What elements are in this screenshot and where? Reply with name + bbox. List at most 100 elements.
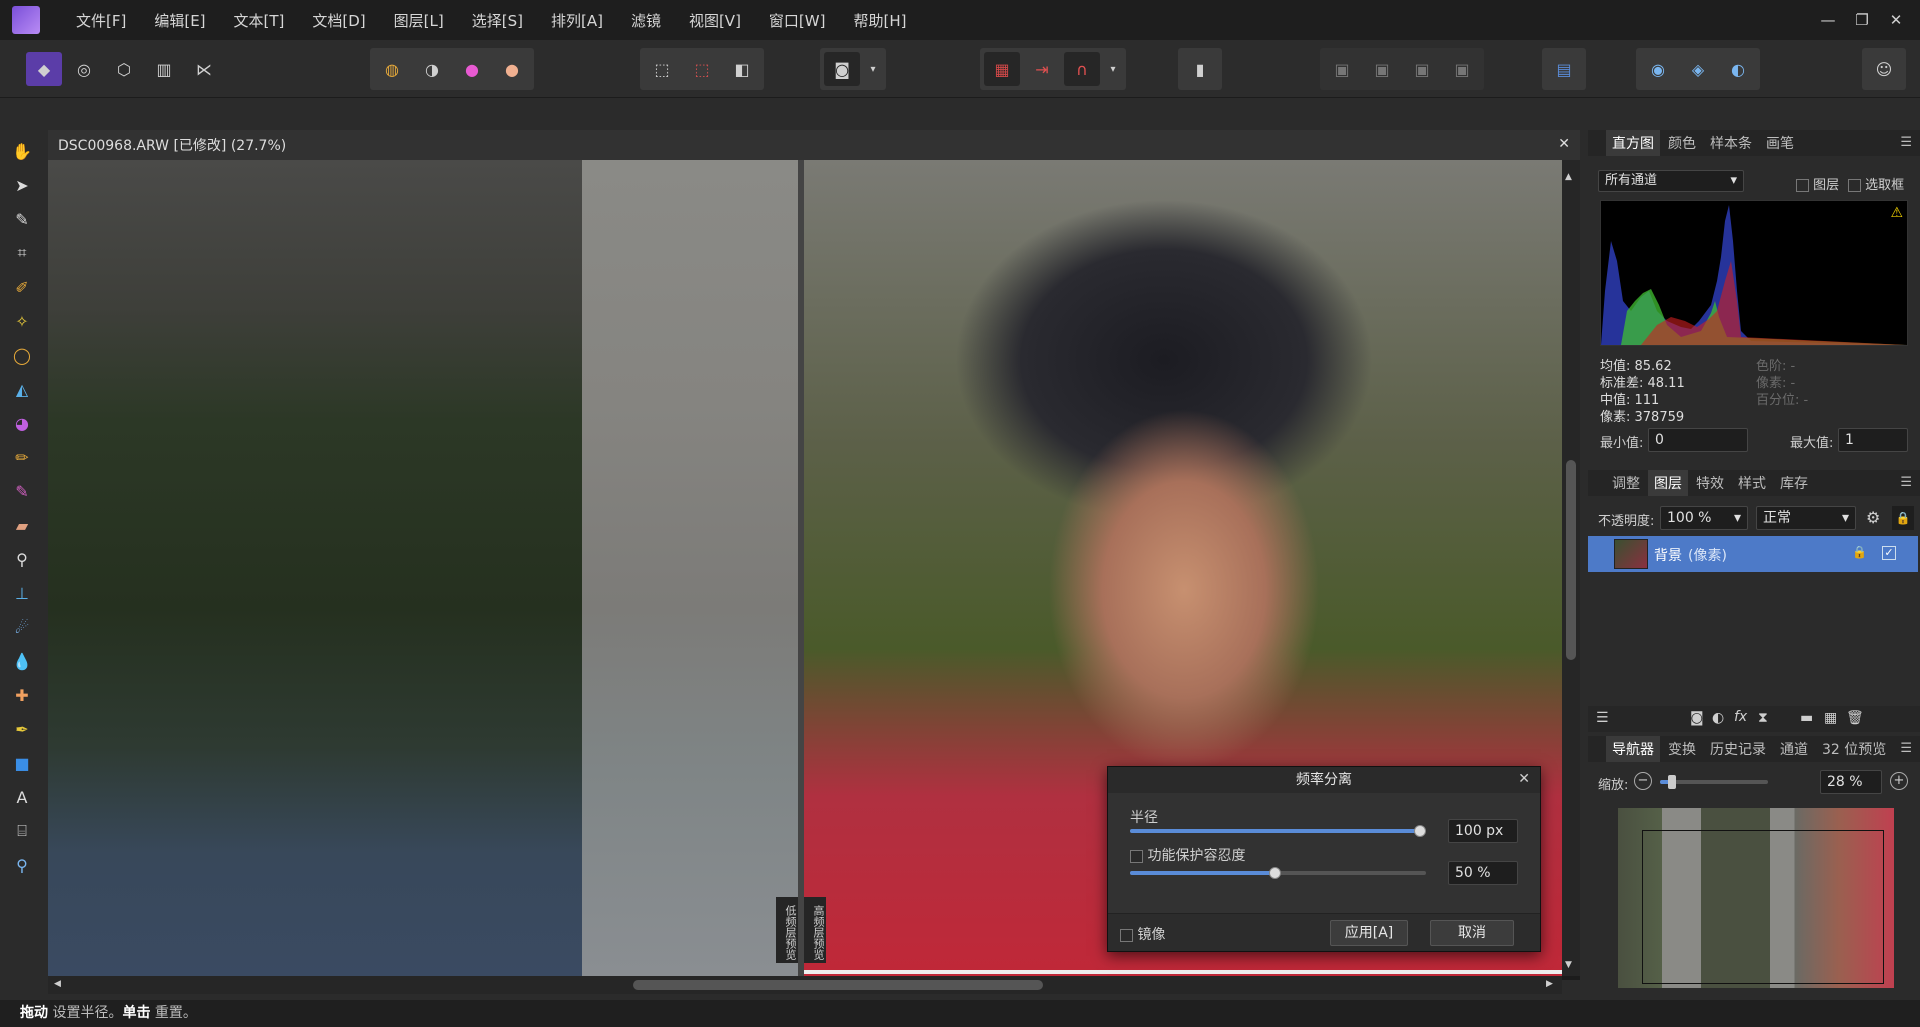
radius-slider[interactable] xyxy=(1130,825,1426,837)
color-replacement-icon[interactable]: ✎ xyxy=(9,478,35,504)
smudge-brush-icon[interactable]: ☄ xyxy=(9,614,35,640)
subtract-shape-icon[interactable]: ◈ xyxy=(1680,52,1716,86)
deselect-icon[interactable]: ⬚ xyxy=(684,52,720,86)
zoom-slider[interactable] xyxy=(1660,775,1768,789)
radius-slider-knob[interactable] xyxy=(1414,825,1426,837)
chevron-down-icon[interactable]: ▾ xyxy=(1104,52,1122,86)
mirror-checkbox-box[interactable] xyxy=(1120,928,1133,942)
snapping-magnet-icon[interactable]: ∩ xyxy=(1064,52,1100,86)
zoom-in-icon[interactable]: + xyxy=(1890,772,1908,790)
layers-stack-icon[interactable]: ☰ xyxy=(1596,710,1609,726)
protect-checkbox[interactable]: 功能保护容忍度 xyxy=(1130,845,1245,865)
assistant-icon[interactable]: ▮ xyxy=(1182,52,1218,86)
photo-persona-icon[interactable]: ◆ xyxy=(26,52,62,86)
apply-button[interactable]: 应用[A] xyxy=(1330,920,1408,946)
protect-checkbox-box[interactable] xyxy=(1130,849,1143,863)
panel-menu-icon[interactable]: ☰ xyxy=(1900,475,1912,490)
text-tool-icon[interactable]: A xyxy=(9,784,35,810)
menu-document[interactable]: 文档[D] xyxy=(298,10,379,31)
layer-visibility-checkbox[interactable]: ✓ xyxy=(1882,546,1896,560)
align-left-icon[interactable]: ▤ xyxy=(1546,52,1582,86)
lock-icon[interactable]: 🔒 xyxy=(1892,506,1914,530)
clone-brush-icon[interactable]: ⊥ xyxy=(9,580,35,606)
hand-tool-icon[interactable]: ✋ xyxy=(9,138,35,164)
group-folder-icon[interactable]: ▬ xyxy=(1800,710,1813,726)
develop-persona-icon[interactable]: ⬡ xyxy=(106,52,142,86)
tab-effects[interactable]: 特效 xyxy=(1696,473,1724,493)
adjustment-layer-icon[interactable]: ◐ xyxy=(1712,710,1724,726)
navigator-thumbnail[interactable] xyxy=(1618,808,1894,988)
max-value-field[interactable]: 1 xyxy=(1838,428,1908,452)
pixel-layer-icon[interactable]: ▦ xyxy=(1824,710,1837,726)
color-wheel-icon[interactable]: ● xyxy=(454,52,490,86)
gradient-icon[interactable]: ◕ xyxy=(9,410,35,436)
vertical-scrollbar[interactable]: ▲ ▼ xyxy=(1562,160,1580,976)
menu-view[interactable]: 视图[V] xyxy=(675,10,755,31)
tab-channels[interactable]: 通道 xyxy=(1780,739,1808,759)
invert-selection-icon[interactable]: ◧ xyxy=(724,52,760,86)
protect-value-field[interactable]: 50 % xyxy=(1448,861,1518,885)
move-front-icon[interactable]: ▣ xyxy=(1444,52,1480,86)
tab-layers[interactable]: 图层 xyxy=(1648,470,1688,496)
chevron-down-icon[interactable]: ▾ xyxy=(864,52,882,86)
scroll-left-icon[interactable]: ◀ xyxy=(54,979,61,989)
zoom-tool-icon[interactable]: ⚲ xyxy=(9,852,35,878)
move-back-icon[interactable]: ▣ xyxy=(1324,52,1360,86)
move-forward-icon[interactable]: ▣ xyxy=(1404,52,1440,86)
tab-history[interactable]: 历史记录 xyxy=(1710,739,1766,759)
layer-checkbox-box[interactable] xyxy=(1796,179,1809,192)
liquify-persona-icon[interactable]: ◎ xyxy=(66,52,102,86)
select-all-icon[interactable]: ⬚ xyxy=(644,52,680,86)
menu-arrange[interactable]: 排列[A] xyxy=(537,10,617,31)
mask-layer-icon[interactable]: ◙ xyxy=(1690,710,1704,726)
gear-icon[interactable]: ⚙ xyxy=(1866,508,1880,527)
blend-mode-select[interactable]: 正常 ▾ xyxy=(1756,506,1856,530)
scroll-right-icon[interactable]: ▶ xyxy=(1546,979,1553,989)
intersect-shape-icon[interactable]: ◐ xyxy=(1720,52,1756,86)
dodge-tool-icon[interactable]: ⚲ xyxy=(9,546,35,572)
align-icon[interactable]: ⇥ xyxy=(1024,52,1060,86)
pen-tool-icon[interactable]: ✒ xyxy=(9,716,35,742)
tab-transform[interactable]: 变换 xyxy=(1668,739,1696,759)
export-persona-icon[interactable]: ⋉ xyxy=(186,52,222,86)
menu-window[interactable]: 窗口[W] xyxy=(755,10,840,31)
white-balance-icon[interactable]: ● xyxy=(494,52,530,86)
layer-checkbox[interactable]: 图层 xyxy=(1796,174,1839,193)
menu-text[interactable]: 文本[T] xyxy=(220,10,299,31)
paint-brush-icon[interactable]: ✏ xyxy=(9,444,35,470)
add-shape-icon[interactable]: ◉ xyxy=(1640,52,1676,86)
scroll-up-icon[interactable]: ▲ xyxy=(1565,172,1572,182)
document-tab[interactable]: DSC00968.ARW [已修改] (27.7%) ✕ xyxy=(48,130,1580,160)
scroll-down-icon[interactable]: ▼ xyxy=(1565,960,1572,970)
contrast-icon[interactable]: ◑ xyxy=(414,52,450,86)
mirror-checkbox[interactable]: 镜像 xyxy=(1120,924,1165,944)
menu-help[interactable]: 帮助[H] xyxy=(839,10,920,31)
dialog-close-icon[interactable]: ✕ xyxy=(1518,771,1530,787)
tab-histogram[interactable]: 直方图 xyxy=(1606,130,1660,156)
tab-stock[interactable]: 库存 xyxy=(1780,473,1808,493)
protect-slider-knob[interactable] xyxy=(1269,867,1281,879)
fx-icon[interactable]: fx xyxy=(1734,709,1747,725)
freehand-selection-icon[interactable]: ◯ xyxy=(9,342,35,368)
quick-mask-icon[interactable]: ◙ xyxy=(824,52,860,86)
healing-brush-icon[interactable]: ✚ xyxy=(9,682,35,708)
navigator-view-rect[interactable] xyxy=(1642,830,1884,984)
mesh-warp-icon[interactable]: ⌸ xyxy=(9,818,35,844)
channel-select[interactable]: 所有通道 ▾ xyxy=(1598,170,1744,192)
tab-32bit-preview[interactable]: 32 位预览 xyxy=(1822,739,1886,759)
selection-checkbox-box[interactable] xyxy=(1848,179,1861,192)
min-value-field[interactable]: 0 xyxy=(1648,428,1748,452)
move-tool-icon[interactable]: ➤ xyxy=(9,172,35,198)
zoom-value-field[interactable]: 28 % xyxy=(1820,770,1882,794)
user-account-icon[interactable]: ☺ xyxy=(1866,52,1902,86)
move-backward-icon[interactable]: ▣ xyxy=(1364,52,1400,86)
horizontal-scrollbar[interactable]: ◀ ▶ xyxy=(48,976,1562,994)
menu-filters[interactable]: 滤镜 xyxy=(617,10,675,31)
panel-menu-icon[interactable]: ☰ xyxy=(1900,135,1912,150)
color-picker-icon[interactable]: ✎ xyxy=(9,206,35,232)
panel-menu-icon[interactable]: ☰ xyxy=(1900,741,1912,756)
menu-edit[interactable]: 编辑[E] xyxy=(140,10,219,31)
blur-brush-icon[interactable]: 💧 xyxy=(9,648,35,674)
horizontal-scroll-thumb[interactable] xyxy=(633,980,1043,990)
shape-tool-icon[interactable]: ■ xyxy=(9,750,35,776)
